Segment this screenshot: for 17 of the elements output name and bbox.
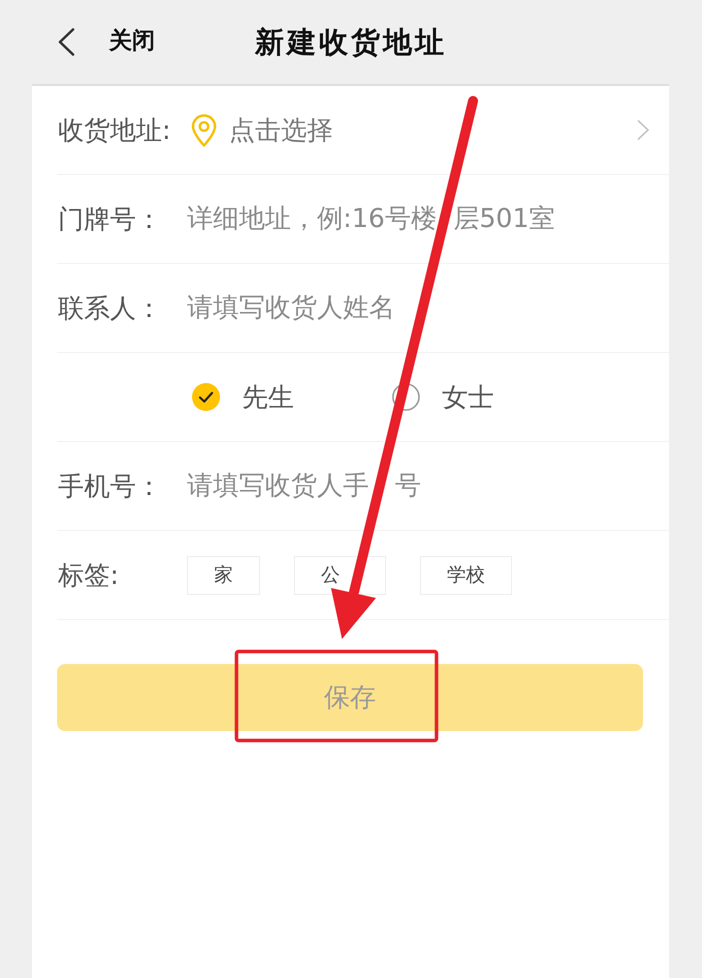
gender-option[interactable]: 先生 [192, 380, 294, 414]
address-picker[interactable]: 点击选择 [190, 112, 636, 148]
back-icon[interactable] [57, 28, 75, 56]
input-field[interactable]: 详细地址，例:16号楼 层501室 [187, 204, 650, 234]
tag-chip[interactable]: 家 [187, 556, 260, 594]
field-label: 标签: [57, 560, 120, 592]
tag-chip[interactable]: 学校 [420, 556, 512, 594]
field-label: 联系人： [57, 292, 163, 326]
input-field[interactable]: 请填写收货人姓名 [187, 293, 650, 323]
close-button[interactable]: 关闭 [109, 28, 155, 56]
gender-option[interactable]: 女士 [392, 380, 494, 414]
page-title: 新建收货地址 [255, 24, 447, 60]
field-label: 手机号： [57, 470, 163, 504]
location-pin-icon [190, 114, 217, 146]
input-field[interactable]: 请填写收货人手 号 [187, 471, 650, 501]
field-label: 收货地址: [57, 114, 171, 148]
field-label: 门牌号： [57, 204, 163, 236]
